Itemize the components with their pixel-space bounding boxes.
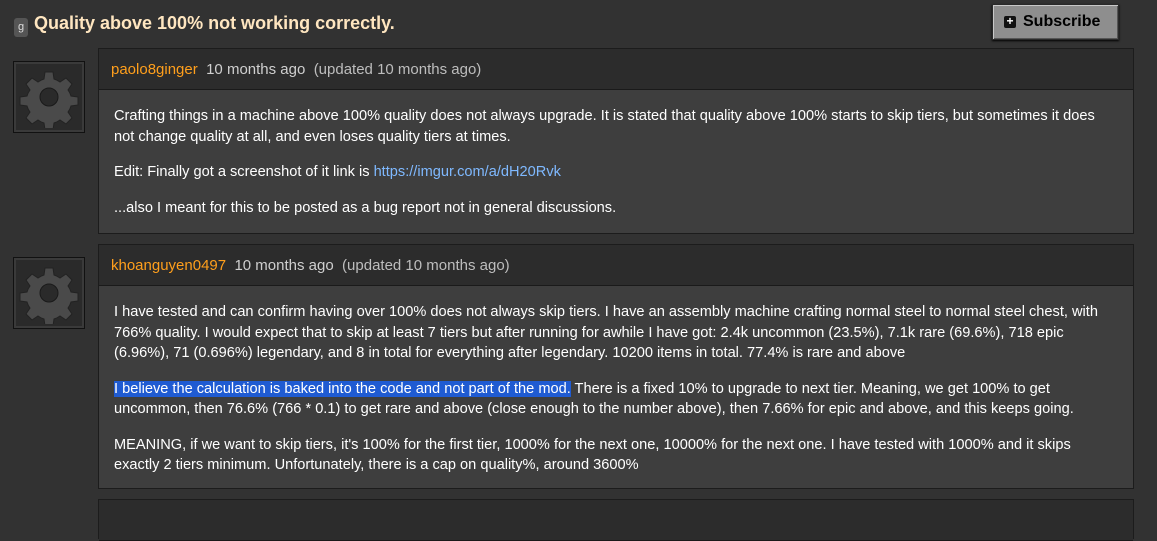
post-link[interactable]: https://imgur.com/a/dH20Rvk	[374, 164, 561, 180]
post-paragraph: Crafting things in a machine above 100% …	[114, 108, 1095, 145]
author-name[interactable]: khoanguyen0497	[111, 257, 226, 274]
subscribe-button[interactable]: + Subscribe	[992, 4, 1119, 40]
post-time: 10 months ago	[206, 61, 306, 78]
post-paragraph: I have tested and can confirm having ove…	[114, 304, 1098, 361]
avatar[interactable]	[13, 257, 85, 329]
post-updated: (updated 10 months ago)	[313, 61, 482, 78]
post-card	[98, 499, 1134, 541]
post-updated: (updated 10 months ago)	[342, 257, 510, 274]
thread-tag: g	[14, 18, 28, 37]
post-card: paolo8ginger 10 months ago (updated 10 m…	[98, 48, 1134, 234]
thread-header: g Quality above 100% not working correct…	[0, 0, 1157, 48]
gear-icon	[19, 267, 79, 324]
post-body: I have tested and can confirm having ove…	[99, 286, 1133, 488]
author-name[interactable]: paolo8ginger	[111, 61, 198, 78]
post-paragraph: MEANING, if we want to skip tiers, it's …	[114, 436, 1071, 474]
post-paragraph: ...also I meant for this to be posted as…	[114, 199, 617, 216]
post-time: 10 months ago	[234, 257, 334, 274]
post-paragraph: I believe the calculation is baked into …	[114, 380, 1074, 417]
post-header	[99, 500, 1133, 541]
gear-icon	[19, 71, 79, 128]
post-header: paolo8ginger 10 months ago (updated 10 m…	[99, 49, 1133, 90]
thread-title: Quality above 100% not working correctly…	[34, 13, 395, 33]
plus-icon: +	[1004, 15, 1016, 28]
avatar[interactable]	[13, 61, 85, 133]
subscribe-label: Subscribe	[1023, 13, 1101, 30]
selected-text: I believe the calculation is baked into …	[114, 380, 571, 397]
post-card: khoanguyen0497 10 months ago (updated 10…	[98, 244, 1134, 489]
post-paragraph: Edit: Finally got a screenshot of it lin…	[114, 164, 561, 180]
post-header: khoanguyen0497 10 months ago (updated 10…	[99, 245, 1133, 286]
post-body: Crafting things in a machine above 100% …	[99, 90, 1133, 230]
